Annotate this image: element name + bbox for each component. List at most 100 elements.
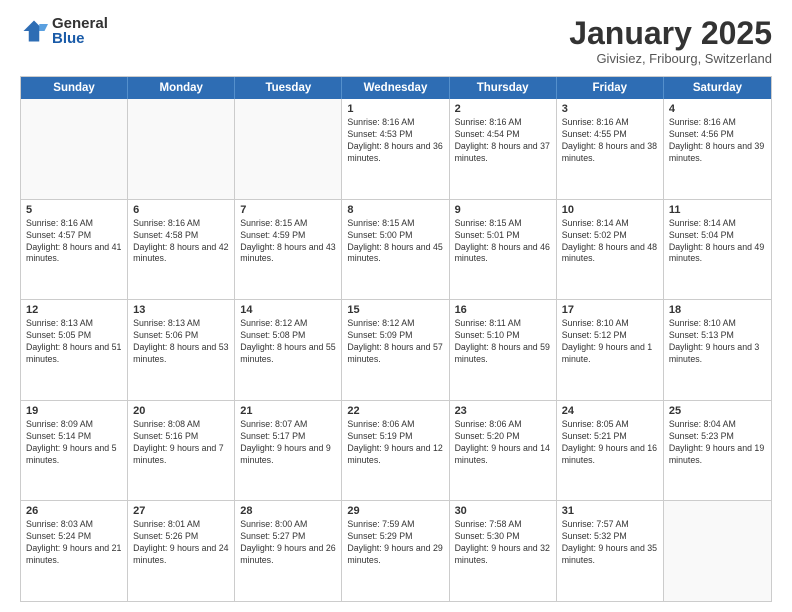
location: Givisiez, Fribourg, Switzerland — [569, 51, 772, 66]
day-number: 11 — [669, 204, 766, 216]
day-number: 1 — [347, 103, 443, 115]
logo-blue-text: Blue — [52, 31, 108, 46]
day-info: Sunrise: 7:59 AM Sunset: 5:29 PM Dayligh… — [347, 519, 443, 567]
day-number: 29 — [347, 505, 443, 517]
page: General Blue January 2025 Givisiez, Frib… — [0, 0, 792, 612]
calendar-cell: 1 Sunrise: 8:16 AM Sunset: 4:53 PM Daylig… — [342, 99, 449, 199]
calendar-cell: 7 Sunrise: 8:15 AM Sunset: 4:59 PM Daylig… — [235, 200, 342, 300]
day-number: 22 — [347, 405, 443, 417]
day-number: 24 — [562, 405, 658, 417]
calendar-cell: 15Sunrise: 8:12 AM Sunset: 5:09 PM Dayli… — [342, 300, 449, 400]
logo: General Blue — [20, 16, 108, 46]
header-day-monday: Monday — [128, 77, 235, 99]
day-number: 2 — [455, 103, 551, 115]
day-number: 14 — [240, 304, 336, 316]
calendar-cell: 22 Sunrise: 8:06 AM Sunset: 5:19 PM Dayli… — [342, 401, 449, 501]
calendar-cell — [664, 501, 771, 601]
header-day-wednesday: Wednesday — [342, 77, 449, 99]
day-number: 31 — [562, 505, 658, 517]
day-info: Sunrise: 8:15 AM Sunset: 4:59 PM Dayligh… — [240, 218, 336, 266]
header-day-saturday: Saturday — [664, 77, 771, 99]
calendar-header: SundayMondayTuesdayWednesdayThursdayFrid… — [21, 77, 771, 99]
day-info: Sunrise: 8:16 AM Sunset: 4:55 PM Dayligh… — [562, 117, 658, 165]
calendar-cell: 30Sunrise: 7:58 AM Sunset: 5:30 PM Dayli… — [450, 501, 557, 601]
calendar-cell: 20 Sunrise: 8:08 AM Sunset: 5:16 PM Dayli… — [128, 401, 235, 501]
calendar-cell: 9 Sunrise: 8:15 AM Sunset: 5:01 PM Daylig… — [450, 200, 557, 300]
day-info: Sunrise: 7:58 AM Sunset: 5:30 PM Dayligh… — [455, 519, 551, 567]
day-number: 20 — [133, 405, 229, 417]
header-day-friday: Friday — [557, 77, 664, 99]
header-day-thursday: Thursday — [450, 77, 557, 99]
calendar-body: 1 Sunrise: 8:16 AM Sunset: 4:53 PM Daylig… — [21, 99, 771, 601]
day-info: Sunrise: 8:01 AM Sunset: 5:26 PM Dayligh… — [133, 519, 229, 567]
day-info: Sunrise: 8:13 AM Sunset: 5:05 PM Dayligh… — [26, 318, 122, 366]
day-info: Sunrise: 8:16 AM Sunset: 4:58 PM Dayligh… — [133, 218, 229, 266]
day-number: 23 — [455, 405, 551, 417]
calendar-cell: 27 Sunrise: 8:01 AM Sunset: 5:26 PM Dayli… — [128, 501, 235, 601]
day-number: 16 — [455, 304, 551, 316]
day-number: 9 — [455, 204, 551, 216]
calendar-cell: 13Sunrise: 8:13 AM Sunset: 5:06 PM Dayli… — [128, 300, 235, 400]
day-number: 3 — [562, 103, 658, 115]
day-info: Sunrise: 8:03 AM Sunset: 5:24 PM Dayligh… — [26, 519, 122, 567]
header: General Blue January 2025 Givisiez, Frib… — [20, 16, 772, 66]
day-info: Sunrise: 8:04 AM Sunset: 5:23 PM Dayligh… — [669, 419, 766, 467]
day-info: Sunrise: 8:12 AM Sunset: 5:08 PM Dayligh… — [240, 318, 336, 366]
calendar: SundayMondayTuesdayWednesdayThursdayFrid… — [20, 76, 772, 602]
calendar-cell: 26 Sunrise: 8:03 AM Sunset: 5:24 PM Dayli… — [21, 501, 128, 601]
calendar-week-5: 26 Sunrise: 8:03 AM Sunset: 5:24 PM Dayli… — [21, 501, 771, 601]
day-info: Sunrise: 8:14 AM Sunset: 5:04 PM Dayligh… — [669, 218, 766, 266]
day-info: Sunrise: 8:05 AM Sunset: 5:21 PM Dayligh… — [562, 419, 658, 467]
logo-text: General Blue — [52, 16, 108, 46]
day-number: 7 — [240, 204, 336, 216]
day-info: Sunrise: 7:57 AM Sunset: 5:32 PM Dayligh… — [562, 519, 658, 567]
logo-general-text: General — [52, 16, 108, 31]
calendar-cell — [21, 99, 128, 199]
header-day-sunday: Sunday — [21, 77, 128, 99]
day-number: 13 — [133, 304, 229, 316]
calendar-cell: 16 Sunrise: 8:11 AM Sunset: 5:10 PM Dayli… — [450, 300, 557, 400]
day-info: Sunrise: 8:06 AM Sunset: 5:19 PM Dayligh… — [347, 419, 443, 467]
calendar-cell: 11 Sunrise: 8:14 AM Sunset: 5:04 PM Dayli… — [664, 200, 771, 300]
calendar-cell: 14 Sunrise: 8:12 AM Sunset: 5:08 PM Dayli… — [235, 300, 342, 400]
calendar-week-2: 5Sunrise: 8:16 AM Sunset: 4:57 PM Daylig… — [21, 200, 771, 301]
day-number: 12 — [26, 304, 122, 316]
day-info: Sunrise: 8:10 AM Sunset: 5:12 PM Dayligh… — [562, 318, 658, 366]
day-number: 18 — [669, 304, 766, 316]
day-number: 15 — [347, 304, 443, 316]
calendar-cell: 31 Sunrise: 7:57 AM Sunset: 5:32 PM Dayli… — [557, 501, 664, 601]
calendar-cell: 25Sunrise: 8:04 AM Sunset: 5:23 PM Dayli… — [664, 401, 771, 501]
day-number: 27 — [133, 505, 229, 517]
calendar-cell: 8Sunrise: 8:15 AM Sunset: 5:00 PM Daylig… — [342, 200, 449, 300]
day-info: Sunrise: 8:16 AM Sunset: 4:53 PM Dayligh… — [347, 117, 443, 165]
calendar-cell: 10 Sunrise: 8:14 AM Sunset: 5:02 PM Dayli… — [557, 200, 664, 300]
calendar-week-1: 1 Sunrise: 8:16 AM Sunset: 4:53 PM Daylig… — [21, 99, 771, 200]
day-number: 5 — [26, 204, 122, 216]
day-info: Sunrise: 8:10 AM Sunset: 5:13 PM Dayligh… — [669, 318, 766, 366]
calendar-cell: 23 Sunrise: 8:06 AM Sunset: 5:20 PM Dayli… — [450, 401, 557, 501]
calendar-week-4: 19 Sunrise: 8:09 AM Sunset: 5:14 PM Dayli… — [21, 401, 771, 502]
day-info: Sunrise: 8:14 AM Sunset: 5:02 PM Dayligh… — [562, 218, 658, 266]
calendar-cell: 12 Sunrise: 8:13 AM Sunset: 5:05 PM Dayli… — [21, 300, 128, 400]
title-block: January 2025 Givisiez, Fribourg, Switzer… — [569, 16, 772, 66]
day-info: Sunrise: 8:09 AM Sunset: 5:14 PM Dayligh… — [26, 419, 122, 467]
calendar-week-3: 12 Sunrise: 8:13 AM Sunset: 5:05 PM Dayli… — [21, 300, 771, 401]
calendar-cell: 21Sunrise: 8:07 AM Sunset: 5:17 PM Dayli… — [235, 401, 342, 501]
day-info: Sunrise: 8:08 AM Sunset: 5:16 PM Dayligh… — [133, 419, 229, 467]
calendar-cell: 3 Sunrise: 8:16 AM Sunset: 4:55 PM Daylig… — [557, 99, 664, 199]
day-info: Sunrise: 8:15 AM Sunset: 5:01 PM Dayligh… — [455, 218, 551, 266]
day-number: 10 — [562, 204, 658, 216]
day-info: Sunrise: 8:07 AM Sunset: 5:17 PM Dayligh… — [240, 419, 336, 467]
day-info: Sunrise: 8:06 AM Sunset: 5:20 PM Dayligh… — [455, 419, 551, 467]
day-number: 4 — [669, 103, 766, 115]
calendar-cell: 17Sunrise: 8:10 AM Sunset: 5:12 PM Dayli… — [557, 300, 664, 400]
day-number: 6 — [133, 204, 229, 216]
calendar-cell: 18 Sunrise: 8:10 AM Sunset: 5:13 PM Dayli… — [664, 300, 771, 400]
day-info: Sunrise: 8:11 AM Sunset: 5:10 PM Dayligh… — [455, 318, 551, 366]
day-number: 26 — [26, 505, 122, 517]
day-number: 19 — [26, 405, 122, 417]
calendar-cell: 28Sunrise: 8:00 AM Sunset: 5:27 PM Dayli… — [235, 501, 342, 601]
day-info: Sunrise: 8:15 AM Sunset: 5:00 PM Dayligh… — [347, 218, 443, 266]
calendar-cell — [235, 99, 342, 199]
month-title: January 2025 — [569, 16, 772, 51]
